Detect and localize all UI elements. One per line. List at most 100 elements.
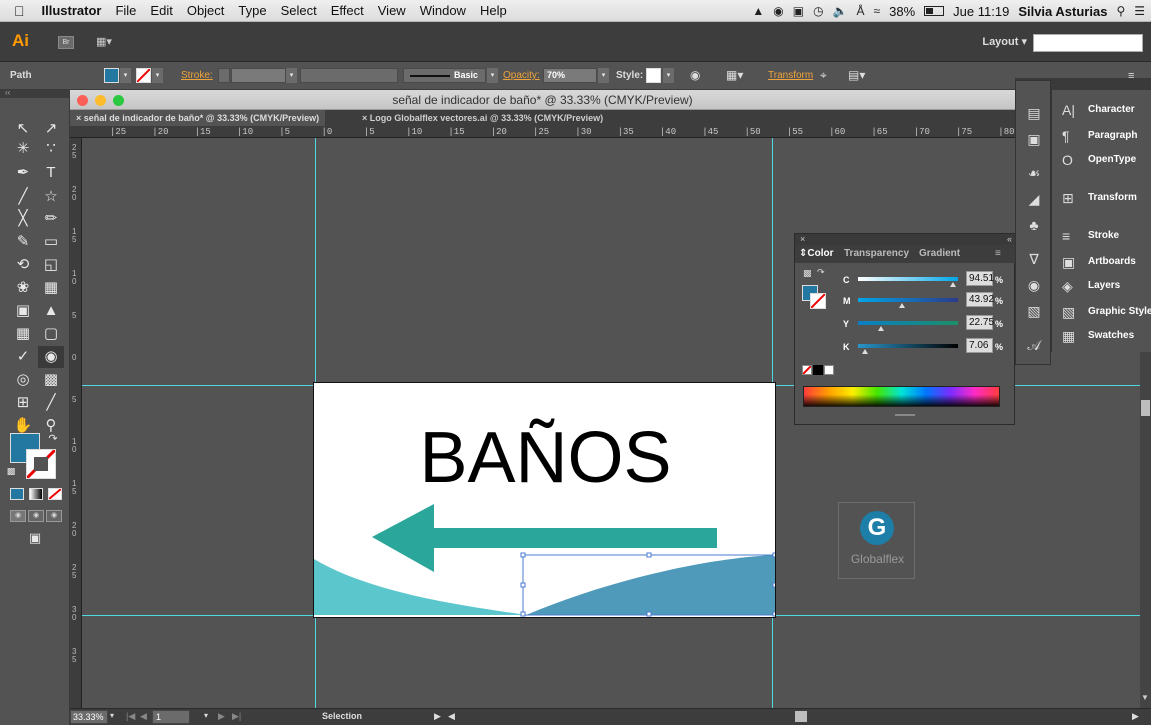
shape-builder-tool-icon[interactable]: ▣ <box>10 300 36 322</box>
artboard-tool-icon[interactable]: ⊞ <box>10 392 36 414</box>
battery-percent[interactable]: 38% <box>889 4 915 19</box>
pen-tool-icon[interactable]: ✒ <box>10 162 36 184</box>
draw-behind-icon[interactable]: ◉ <box>28 510 44 522</box>
eyedropper-tool-icon[interactable]: ✓ <box>10 346 36 368</box>
default-colors-icon[interactable]: ▩ <box>803 268 812 279</box>
stroke-dropdown[interactable]: ▾ <box>152 68 163 83</box>
opacity-label-link[interactable]: Opacity: <box>503 70 540 81</box>
vertical-scroll-thumb[interactable] <box>1141 400 1150 416</box>
eraser-tool-icon[interactable]: ▭ <box>38 231 64 253</box>
apple-menu-icon[interactable]:  <box>0 3 35 19</box>
dock-item-graphic-styles[interactable]: ▧ Graphic Styles <box>1052 300 1151 324</box>
wifi-icon[interactable]: ≈ <box>874 4 881 18</box>
window-close-button[interactable] <box>77 95 88 106</box>
window-minimize-button[interactable] <box>95 95 106 106</box>
lasso-tool-icon[interactable]: ∵ <box>38 138 64 160</box>
menu-edit[interactable]: Edit <box>143 3 179 18</box>
symbols-panel-icon[interactable]: ♣ <box>1016 213 1052 237</box>
style-dropdown[interactable]: ▾ <box>663 68 674 83</box>
collapse-icon[interactable]: « <box>1007 234 1012 245</box>
panel-menu-icon[interactable]: ≡ <box>995 248 1001 259</box>
airplay-icon[interactable]: ▣ <box>793 4 804 18</box>
slice-tool-icon[interactable]: ╱ <box>38 392 64 414</box>
tab-color[interactable]: ⇕Color <box>799 248 834 259</box>
zoom-input[interactable]: 33.33% <box>70 710 108 724</box>
black-input[interactable]: 7.06 <box>966 338 993 353</box>
gradient-tool-icon[interactable]: ▢ <box>38 323 64 345</box>
yellow-slider[interactable] <box>858 321 958 325</box>
creative-cloud-icon[interactable]: ▲ <box>752 4 764 18</box>
brush-dropdown[interactable]: ▾ <box>487 68 498 83</box>
bridge-button[interactable]: Br <box>58 36 74 49</box>
dock-item-character[interactable]: A| Character <box>1052 98 1151 122</box>
black-slider[interactable] <box>858 344 958 348</box>
yellow-slider-thumb[interactable] <box>877 326 884 331</box>
blend-tool-icon[interactable]: ◉ <box>38 346 64 368</box>
first-artboard-icon[interactable]: |◀ <box>126 711 135 722</box>
close-icon[interactable]: × <box>800 234 805 244</box>
brushes-panel-icon[interactable]: ☙ <box>1016 161 1052 185</box>
last-artboard-icon[interactable]: ▶| <box>232 711 241 722</box>
tools-grip[interactable]: ‹‹ <box>0 88 70 98</box>
width-tool-icon[interactable]: ❀ <box>10 277 36 299</box>
symbol-sprayer-tool-icon[interactable]: ◎ <box>10 369 36 391</box>
align-panel-icon[interactable]: ▤ <box>1016 101 1052 125</box>
color-panel-stroke[interactable] <box>810 293 826 309</box>
menu-type[interactable]: Type <box>231 3 273 18</box>
tab-logo-globalflex[interactable]: × Logo Globalflex vectores.ai @ 33.33% (… <box>356 110 609 126</box>
eye-icon[interactable]: ◉ <box>773 4 783 18</box>
dock-item-swatches[interactable]: ▦ Swatches <box>1052 324 1151 348</box>
brush-definition[interactable]: Basic <box>403 68 486 83</box>
battery-icon[interactable] <box>924 6 945 16</box>
align-icon[interactable]: ▦▾ <box>726 68 743 82</box>
fill-swatch[interactable] <box>104 68 119 83</box>
stroke-weight-dropdown[interactable]: ▾ <box>286 68 297 83</box>
cyan-input[interactable]: 94.51 <box>966 271 994 286</box>
dock-item-layers[interactable]: ◈ Layers <box>1052 274 1151 298</box>
none-swatch[interactable] <box>802 365 812 375</box>
menu-file[interactable]: File <box>108 3 143 18</box>
asset-export-icon[interactable]: ∇ <box>1016 247 1052 271</box>
scroll-left-arrow[interactable]: ◀ <box>448 711 455 722</box>
current-tool-status[interactable]: Selection <box>322 711 362 721</box>
vertical-ruler[interactable]: 2 5 2 0 1 5 1 0 5 0 5 1 0 1 5 2 0 2 5 3 0 3 5 <box>70 138 82 708</box>
line-tool-icon[interactable]: ╱ <box>10 186 36 208</box>
paintbrush-tool-icon[interactable]: ╳ <box>10 208 36 230</box>
stroke-weight-input[interactable] <box>231 68 286 83</box>
recolor-artwork-icon[interactable]: ◉ <box>690 68 700 82</box>
magic-wand-tool-icon[interactable]: ✳ <box>10 138 36 160</box>
selection-tool-icon[interactable]: ↖ <box>10 118 36 140</box>
appearance-panel-icon[interactable]: ◉ <box>1016 273 1052 297</box>
horizontal-scroll-thumb[interactable] <box>795 711 807 722</box>
menu-object[interactable]: Object <box>180 3 232 18</box>
globalflex-logo[interactable]: G Globalflex <box>838 502 915 579</box>
draw-normal-icon[interactable]: ◉ <box>10 510 26 522</box>
swap-fill-stroke-icon[interactable]: ↷ <box>46 428 60 450</box>
arrange-documents-button[interactable]: ▦▾ <box>96 35 120 49</box>
time-machine-icon[interactable]: ◷ <box>813 4 823 18</box>
notification-center-icon[interactable]: ☰ <box>1134 4 1145 18</box>
horizontal-ruler[interactable]: |25 |20 |15 |10 |5 |0 |5 |10 |15 |20 |25 |30 |35 |40 |… <box>70 126 1015 138</box>
stroke-label-link[interactable]: Stroke: <box>181 70 213 81</box>
previous-artboard-icon[interactable]: ◀ <box>140 711 147 722</box>
black-swatch[interactable] <box>813 365 823 375</box>
links-panel-icon[interactable]: ▧ <box>1016 299 1052 323</box>
fill-dropdown[interactable]: ▾ <box>120 68 131 83</box>
magenta-slider[interactable] <box>858 298 958 302</box>
menu-select[interactable]: Select <box>274 3 324 18</box>
glyphs-panel-icon[interactable]: 𝒜 <box>1016 333 1052 357</box>
bluetooth-icon[interactable]: Å <box>857 4 865 18</box>
color-spectrum[interactable] <box>803 386 1000 407</box>
window-zoom-button[interactable] <box>113 95 124 106</box>
menu-effect[interactable]: Effect <box>324 3 371 18</box>
volume-icon[interactable]: 🔈 <box>833 4 848 18</box>
none-mode-button[interactable] <box>48 488 62 500</box>
close-icon[interactable]: × <box>362 113 367 123</box>
mesh-tool-icon[interactable]: ▦ <box>10 323 36 345</box>
pathfinder-panel-icon[interactable]: ▣ <box>1016 127 1052 151</box>
spotlight-search-icon[interactable]: ⚲ <box>1116 4 1125 18</box>
color-panel-header[interactable]: × « <box>795 234 1016 245</box>
white-swatch[interactable] <box>824 365 834 375</box>
arrange-icon[interactable]: ▤▾ <box>848 68 865 82</box>
column-graph-tool-icon[interactable]: ▩ <box>38 369 64 391</box>
